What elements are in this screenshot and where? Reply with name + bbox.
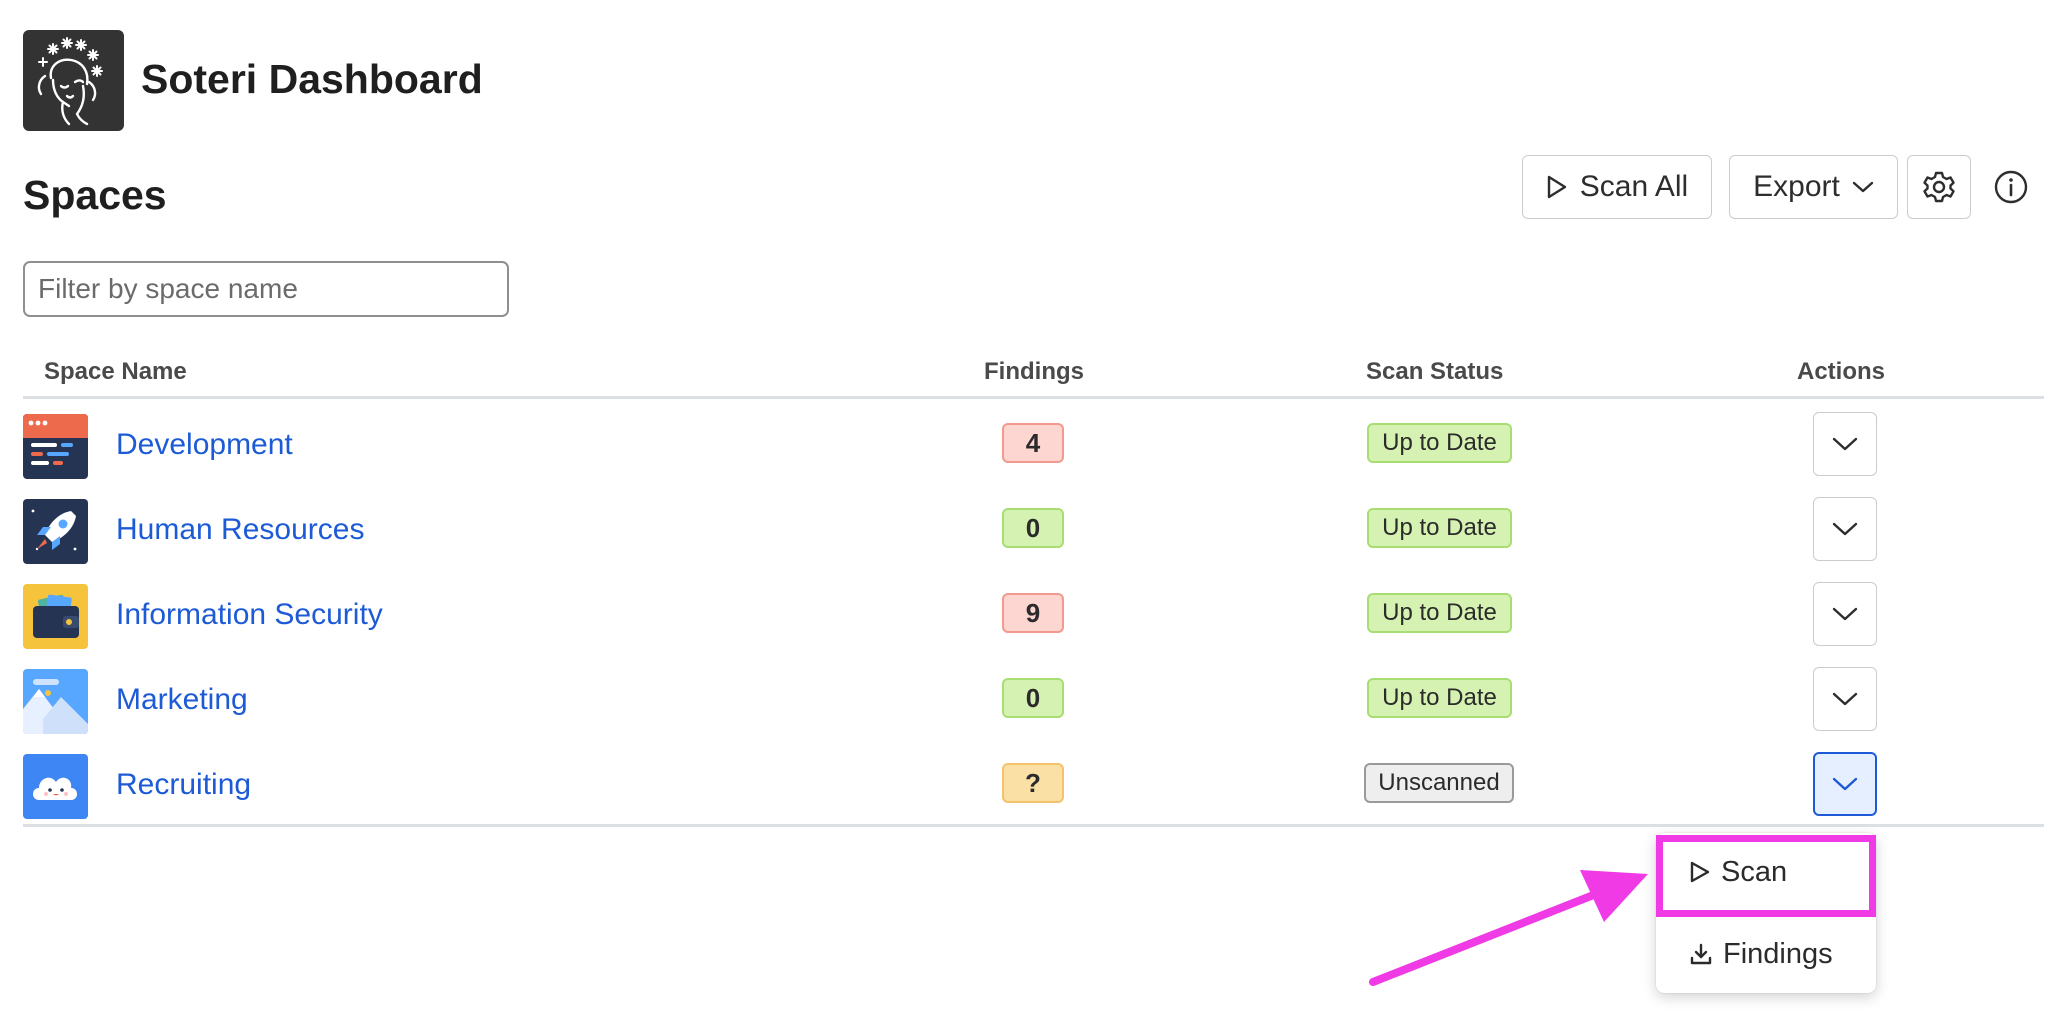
app-logo [23, 30, 124, 131]
space-link-information-security[interactable]: Information Security [116, 598, 383, 632]
scan-status-badge: Up to Date [1367, 508, 1512, 548]
row-actions-button[interactable] [1813, 667, 1877, 731]
space-link-marketing[interactable]: Marketing [116, 683, 248, 717]
play-icon [1547, 175, 1566, 199]
cloud-icon [23, 754, 88, 819]
findings-count-badge: 4 [1002, 423, 1064, 463]
scan-status-badge: Up to Date [1367, 678, 1512, 718]
scan-status-badge: Up to Date [1367, 593, 1512, 633]
space-link-human-resources[interactable]: Human Resources [116, 513, 364, 547]
gear-icon [1923, 171, 1955, 203]
menu-item-findings[interactable]: Findings [1656, 915, 1876, 993]
column-header-scan-status: Scan Status [1366, 358, 1504, 385]
chevron-down-icon [1832, 607, 1858, 621]
settings-button[interactable] [1907, 155, 1971, 219]
filter-input[interactable] [23, 261, 509, 317]
download-icon [1690, 943, 1712, 965]
play-icon [1690, 861, 1710, 883]
info-button[interactable] [1988, 164, 2034, 210]
chevron-down-icon [1832, 777, 1858, 791]
chevron-down-icon [1852, 181, 1874, 193]
chevron-down-icon [1832, 692, 1858, 706]
scan-status-badge: Up to Date [1367, 423, 1512, 463]
findings-count-badge: 9 [1002, 593, 1064, 633]
findings-count-badge: ? [1002, 763, 1064, 803]
table-header-divider [23, 396, 2044, 399]
table-row: Human Resources 0 Up to Date [23, 486, 2044, 571]
menu-item-findings-label: Findings [1723, 937, 1833, 970]
scan-all-button[interactable]: Scan All [1522, 155, 1712, 219]
woman-face-stars-icon [37, 37, 103, 126]
column-header-findings: Findings [984, 358, 1084, 385]
table-row: Marketing 0 Up to Date [23, 656, 2044, 741]
findings-count-badge: 0 [1002, 678, 1064, 718]
space-link-recruiting[interactable]: Recruiting [116, 768, 251, 802]
menu-item-scan[interactable]: Scan [1656, 833, 1876, 911]
row-actions-menu: Scan Findings [1656, 833, 1876, 993]
scan-status-badge: Unscanned [1364, 763, 1514, 803]
page-title: Spaces [23, 172, 167, 218]
chevron-down-icon [1832, 437, 1858, 451]
row-actions-button[interactable] [1813, 582, 1877, 646]
export-label: Export [1753, 170, 1840, 203]
table-row: Development 4 Up to Date [23, 401, 2044, 486]
table-row: Recruiting ? Unscanned [23, 741, 2044, 826]
column-header-actions: Actions [1797, 358, 1886, 385]
table-footer-divider [23, 824, 2044, 827]
chevron-down-icon [1832, 522, 1858, 536]
column-header-space-name: Space Name [44, 358, 187, 385]
menu-item-scan-label: Scan [1721, 855, 1788, 888]
row-actions-button[interactable] [1813, 497, 1877, 561]
mountains-icon [23, 669, 88, 734]
code-window-icon [23, 414, 88, 479]
table-row: Information Security 9 Up to Date [23, 571, 2044, 656]
wallet-icon [23, 584, 88, 649]
findings-count-badge: 0 [1002, 508, 1064, 548]
info-icon [1994, 170, 2028, 204]
rocket-icon [23, 499, 88, 564]
export-button[interactable]: Export [1729, 155, 1898, 219]
app-title: Soteri Dashboard [141, 56, 483, 102]
row-actions-button[interactable] [1813, 752, 1877, 816]
row-actions-button[interactable] [1813, 412, 1877, 476]
scan-all-label: Scan All [1579, 170, 1689, 203]
space-link-development[interactable]: Development [116, 428, 293, 462]
